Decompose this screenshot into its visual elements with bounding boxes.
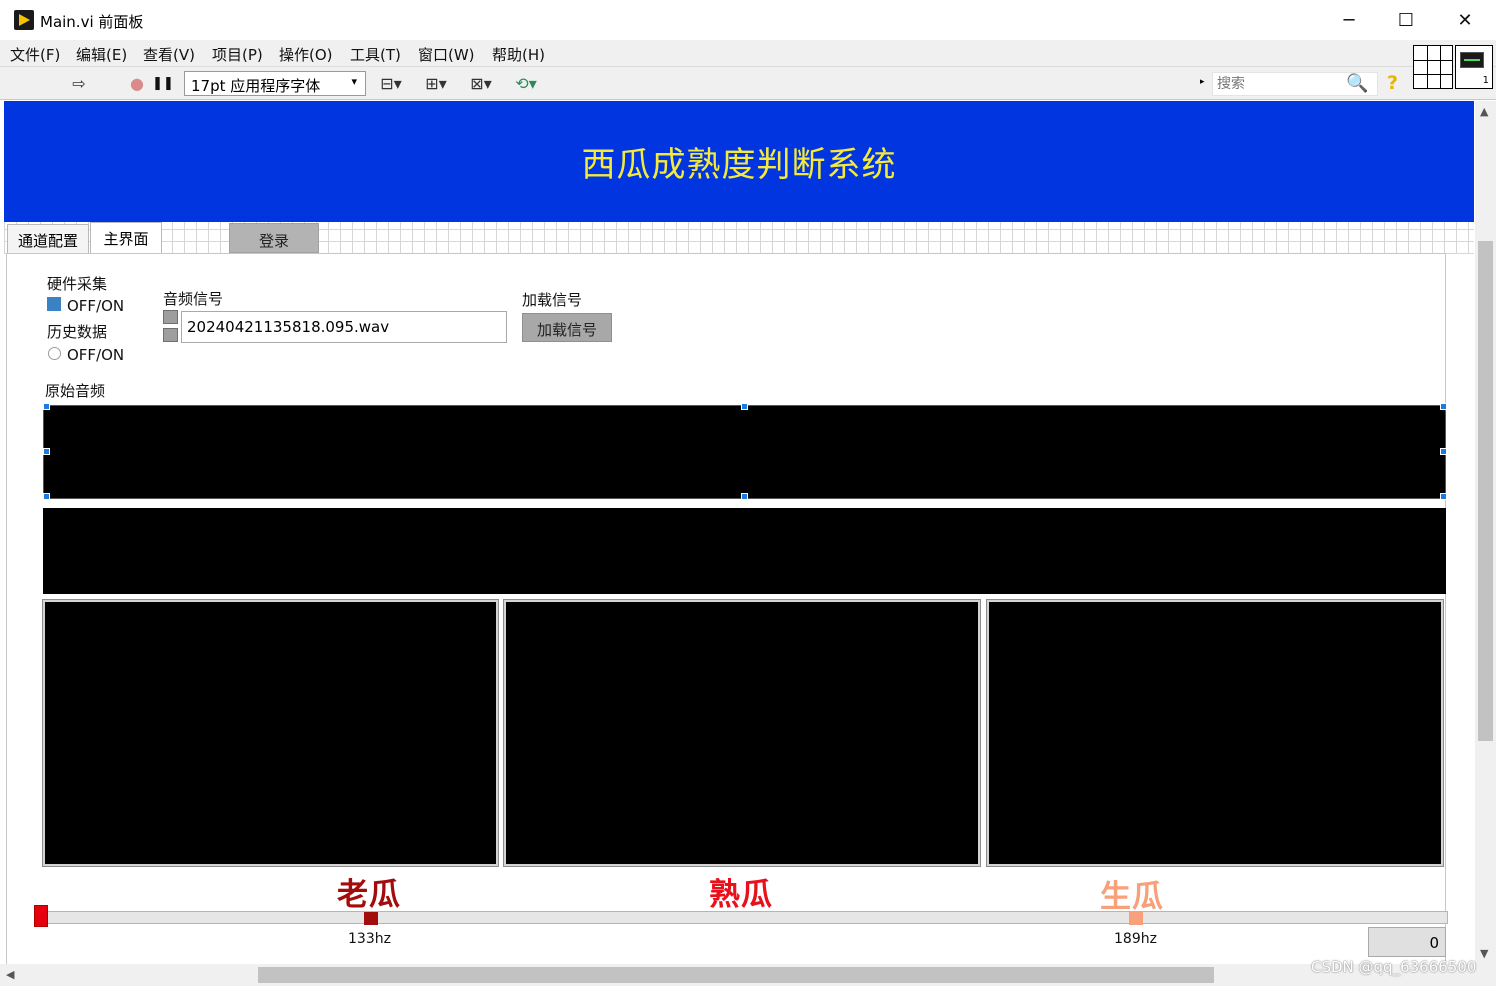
frequency-value-indicator: 0: [1368, 927, 1446, 957]
raw-audio-waveform-graph[interactable]: [43, 405, 1446, 499]
vertical-scroll-thumb[interactable]: [1478, 241, 1493, 741]
unripe-threshold-marker: [1129, 912, 1143, 925]
old-melon-spectrum-graph[interactable]: [43, 600, 498, 866]
load-signal-button[interactable]: 加载信号: [522, 313, 612, 342]
resize-handle[interactable]: [1440, 403, 1447, 410]
login-button[interactable]: 登录: [229, 223, 319, 253]
reorder-icon[interactable]: ⟲▾: [509, 72, 543, 94]
menu-tools[interactable]: 工具(T): [350, 44, 401, 65]
header-banner: 西瓜成熟度判断系统: [4, 101, 1474, 222]
scroll-left-icon[interactable]: ◀: [6, 968, 14, 981]
old-threshold-label: 133hz: [348, 931, 391, 947]
load-signal-label: 加载信号: [522, 291, 583, 309]
title-bar: Main.vi 前面板 ─ ☐ ✕: [0, 0, 1496, 40]
window-title: Main.vi 前面板: [40, 13, 144, 31]
abort-icon[interactable]: ●: [126, 72, 148, 94]
run-arrow-icon[interactable]: ⇨: [68, 72, 90, 94]
minimize-button[interactable]: ─: [1318, 0, 1380, 40]
front-panel: 西瓜成熟度判断系统 通道配置 主界面 登录 硬件采集 OFF/ON 历史数据 O…: [4, 101, 1474, 964]
menu-file[interactable]: 文件(F): [10, 44, 60, 65]
horizontal-scroll-thumb[interactable]: [258, 967, 1214, 983]
chevron-down-icon: ▾: [351, 75, 357, 88]
connector-pane-icon[interactable]: [1413, 45, 1453, 89]
align-objects-icon[interactable]: ⊟▾: [374, 72, 408, 94]
tab-main-interface[interactable]: 主界面: [90, 222, 162, 253]
processed-signal-graph[interactable]: [43, 508, 1446, 594]
toolbar: ⇨ ● ❚❚ 17pt 应用程序字体 ▾ ⊟▾ ⊞▾ ⊠▾ ⟲▾ ▸ 🔍 ?: [0, 66, 1496, 100]
font-select[interactable]: 17pt 应用程序字体 ▾: [184, 71, 366, 96]
unripe-melon-label: 生瓜: [1100, 879, 1164, 915]
raw-audio-label: 原始音频: [45, 382, 106, 400]
path-browse-down-button[interactable]: [163, 328, 178, 342]
hardware-toggle-label[interactable]: OFF/ON: [67, 297, 124, 315]
audio-signal-label: 音频信号: [163, 290, 224, 308]
path-browse-up-button[interactable]: [163, 310, 178, 324]
history-data-label: 历史数据: [47, 323, 108, 341]
maximize-button[interactable]: ☐: [1375, 0, 1437, 40]
menu-bar: 文件(F) 编辑(E) 查看(V) 项目(P) 操作(O) 工具(T) 窗口(W…: [0, 40, 1496, 66]
font-select-value: 17pt 应用程序字体: [191, 77, 321, 95]
resize-handle[interactable]: [43, 448, 50, 455]
resize-handle[interactable]: [1440, 448, 1447, 455]
audio-file-path-input[interactable]: 20240421135818.095.wav: [181, 311, 507, 343]
menu-edit[interactable]: 编辑(E): [76, 44, 127, 65]
tab-channel-config[interactable]: 通道配置: [7, 224, 89, 254]
hardware-toggle-indicator[interactable]: [47, 297, 61, 311]
hardware-acquire-label: 硬件采集: [47, 275, 108, 293]
resize-objects-icon[interactable]: ⊠▾: [464, 72, 498, 94]
horizontal-scrollbar[interactable]: ◀: [0, 964, 1496, 986]
ripe-melon-label: 熟瓜: [709, 877, 773, 913]
context-help-icon[interactable]: ?: [1387, 72, 1398, 94]
csdn-watermark: CSDN @qq_63666500: [1311, 958, 1477, 976]
menu-help[interactable]: 帮助(H): [492, 44, 545, 65]
vi-icon[interactable]: 1: [1455, 45, 1493, 89]
frequency-slider-thumb[interactable]: [34, 905, 48, 927]
frequency-slider-track[interactable]: [36, 911, 1448, 924]
unripe-melon-spectrum-graph[interactable]: [987, 600, 1443, 866]
vi-icon-number: 1: [1482, 75, 1489, 86]
resize-handle[interactable]: [741, 493, 748, 500]
search-input[interactable]: [1213, 73, 1343, 95]
resize-handle[interactable]: [43, 493, 50, 500]
history-toggle-radio[interactable]: [48, 347, 61, 360]
vertical-scrollbar[interactable]: ▲ ▼: [1475, 101, 1496, 964]
scroll-up-icon[interactable]: ▲: [1480, 105, 1488, 118]
menu-view[interactable]: 查看(V): [143, 44, 195, 65]
scroll-down-icon[interactable]: ▼: [1480, 947, 1488, 960]
distribute-objects-icon[interactable]: ⊞▾: [419, 72, 453, 94]
unripe-threshold-label: 189hz: [1114, 931, 1157, 947]
search-icon[interactable]: 🔍: [1346, 73, 1368, 94]
system-title: 西瓜成熟度判断系统: [581, 145, 897, 185]
resize-handle[interactable]: [741, 403, 748, 410]
close-button[interactable]: ✕: [1434, 0, 1496, 40]
pause-icon[interactable]: ❚❚: [152, 72, 174, 94]
search-expand-icon[interactable]: ▸: [1200, 77, 1205, 87]
ripe-melon-spectrum-graph[interactable]: [504, 600, 980, 866]
menu-project[interactable]: 项目(P): [212, 44, 263, 65]
resize-handle[interactable]: [1440, 493, 1447, 500]
menu-window[interactable]: 窗口(W): [418, 44, 475, 65]
tab-strip: 通道配置 主界面 登录: [4, 222, 1474, 254]
vi-icon-screen: [1460, 52, 1484, 68]
history-toggle-label[interactable]: OFF/ON: [67, 346, 124, 364]
old-melon-label: 老瓜: [337, 877, 401, 913]
menu-operate[interactable]: 操作(O): [279, 44, 333, 65]
labview-app-icon: [14, 10, 34, 30]
main-tab-content: 硬件采集 OFF/ON 历史数据 OFF/ON 音频信号 20240421135…: [6, 253, 1447, 964]
resize-handle[interactable]: [43, 403, 50, 410]
old-threshold-marker: [364, 912, 378, 925]
